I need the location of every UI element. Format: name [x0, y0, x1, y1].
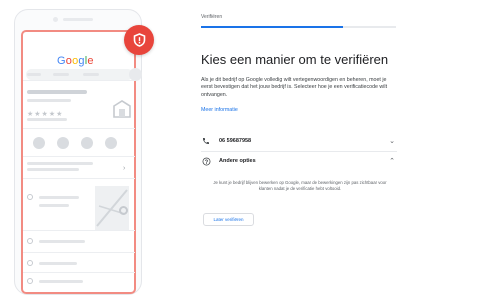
step-label: Verifiëren [201, 14, 223, 20]
business-name-skeleton [27, 90, 87, 94]
divider [23, 252, 135, 253]
progress-bar [201, 26, 396, 28]
page-title: Kies een manier om te verifiëren [201, 52, 389, 67]
progress-bar-fill [201, 26, 344, 28]
phone-icon [201, 137, 211, 145]
text-line-skeleton [39, 196, 79, 199]
chevron-up-icon[interactable]: ⌃ [387, 157, 397, 165]
nav-tab-skeleton [27, 73, 41, 76]
clock-icon [27, 238, 33, 244]
other-options-label: Andere opties [219, 158, 256, 164]
verification-note: Je kunt je bedrijf blijven bewerken op G… [213, 180, 387, 191]
shield-icon [133, 33, 145, 47]
divider [23, 128, 135, 129]
help-circle-icon [201, 157, 211, 166]
map-pin-icon [119, 206, 128, 215]
directions-icon [57, 137, 69, 149]
chevron-down-icon[interactable]: ⌄ [387, 137, 397, 145]
phone-speaker [63, 18, 93, 21]
share-icon [105, 137, 117, 149]
phone-icon [27, 260, 33, 266]
text-line-skeleton [39, 280, 83, 283]
divider [23, 272, 135, 273]
rating-stars: ★★★★★ [27, 111, 64, 118]
text-line-skeleton [27, 118, 67, 121]
text-line-skeleton [39, 240, 85, 243]
nav-tab-skeleton [83, 73, 99, 76]
phone-number: 06 59687958 [219, 138, 252, 144]
divider [23, 178, 135, 179]
text-line-skeleton [27, 162, 93, 165]
save-icon [81, 137, 93, 149]
more-info-link[interactable]: Meer informatie [201, 107, 238, 113]
description-text: Als je dit bedrijf op Google volledig wi… [201, 77, 388, 98]
text-line-skeleton [39, 204, 69, 207]
google-logo: Google [57, 55, 94, 67]
text-line-skeleton [39, 262, 77, 265]
phone-camera [53, 17, 58, 22]
storefront-icon [113, 100, 131, 118]
verify-later-button[interactable]: Later verifiëren [203, 213, 254, 226]
chevron-right-icon: › [123, 165, 126, 172]
divider [23, 230, 135, 231]
globe-icon [27, 278, 33, 284]
divider [23, 80, 135, 81]
divider [23, 156, 135, 157]
text-line-skeleton [27, 168, 79, 171]
phone-verification-option[interactable]: 06 59687958 ⌄ [201, 132, 397, 150]
other-options-row[interactable]: Andere opties ⌃ [201, 152, 397, 170]
shield-badge [124, 25, 154, 55]
call-icon [33, 137, 45, 149]
search-bar-placeholder [26, 69, 133, 80]
nav-tab-skeleton [53, 73, 69, 76]
phone-illustration: Google ★★★★★ › [14, 9, 142, 295]
text-line-skeleton [27, 99, 71, 102]
location-icon [27, 194, 33, 200]
